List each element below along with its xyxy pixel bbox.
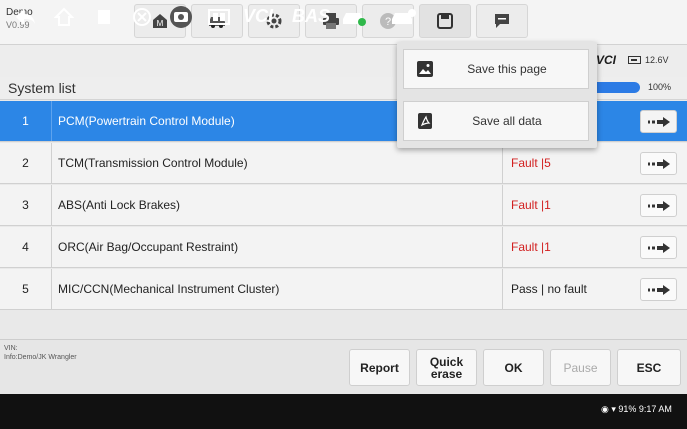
browser-icon: [133, 8, 151, 26]
battery-time: 91% 9:17 AM: [618, 404, 672, 414]
camera-icon: [170, 6, 192, 28]
mirror-icon: [208, 9, 230, 25]
enter-system-button[interactable]: [640, 194, 677, 217]
esc-button[interactable]: ESC: [617, 349, 681, 386]
table-row[interactable]: 5 MIC/CCN(Mechanical Instrument Cluster) P…: [0, 269, 687, 310]
vci-indicator: VCI: [596, 53, 617, 67]
system-status-cell: Fault |5: [502, 143, 626, 183]
pause-button[interactable]: Pause: [550, 349, 611, 386]
save-all-data-item[interactable]: Save all data: [403, 101, 589, 141]
enter-system-button[interactable]: [640, 278, 677, 301]
recents-icon: [98, 10, 110, 24]
system-name: PCM(Powertrain Control Module): [58, 114, 235, 128]
back-button[interactable]: [14, 6, 36, 28]
vin-label: VIN:: [4, 345, 18, 352]
remote-car-icon: [392, 9, 416, 24]
system-status-cell: Fault |1: [502, 185, 626, 225]
row-number: 1: [0, 101, 52, 141]
report-button[interactable]: Report: [349, 349, 410, 386]
row-number: 4: [0, 227, 52, 267]
enter-system-button[interactable]: [640, 152, 677, 175]
save-icon: [437, 13, 453, 29]
ok-button[interactable]: OK: [483, 349, 544, 386]
voltage-value: 12.6V: [645, 55, 669, 65]
page-title: System list: [8, 80, 76, 96]
save-this-page-item[interactable]: Save this page: [403, 49, 589, 89]
enter-system-button[interactable]: [640, 236, 677, 259]
progress-percent: 100%: [648, 82, 672, 92]
table-row[interactable]: 3 ABS(Anti Lock Brakes) Fault |1: [0, 185, 687, 226]
android-nav-bar: [0, 394, 687, 429]
pdf-icon: [410, 112, 440, 130]
system-name: MIC/CCN(Mechanical Instrument Cluster): [58, 282, 280, 296]
battery-icon: [628, 56, 641, 64]
battery-voltage: 12.6V: [628, 55, 669, 65]
row-number: 5: [0, 269, 52, 309]
save-this-page-label: Save this page: [467, 62, 547, 76]
car-service-button[interactable]: [340, 6, 368, 28]
arrow-right-icon: [647, 116, 670, 127]
recents-button[interactable]: [94, 6, 114, 28]
arrow-right-icon: [647, 284, 670, 295]
screen-mirror-button[interactable]: [208, 6, 230, 28]
vehicle-info: VIN: Info:Demo/JK Wrangler: [4, 344, 77, 362]
back-icon: [16, 9, 35, 25]
car-icon: [343, 13, 366, 26]
row-number: 2: [0, 143, 52, 183]
system-status: ◉ ▾ 91% 9:17 AM: [601, 404, 672, 415]
enter-system-button[interactable]: [640, 110, 677, 133]
system-name: TCM(Transmission Control Module): [58, 156, 248, 170]
browser-button[interactable]: [132, 6, 152, 28]
arrow-right-icon: [647, 158, 670, 169]
image-icon: [410, 60, 440, 78]
table-row[interactable]: 2 TCM(Transmission Control Module) Fault |…: [0, 143, 687, 184]
table-row[interactable]: 4 ORC(Air Bag/Occupant Restraint) Fault |1: [0, 227, 687, 268]
vci-nav-button[interactable]: VCI: [243, 6, 273, 27]
save-button[interactable]: [419, 4, 471, 38]
svg-text:M: M: [157, 19, 164, 28]
bas-nav-button[interactable]: BAS: [292, 6, 330, 27]
arrow-right-icon: [647, 200, 670, 211]
system-status-cell: Fault |1: [502, 227, 626, 267]
chat-button[interactable]: [476, 4, 528, 38]
row-number: 3: [0, 185, 52, 225]
system-name: ABS(Anti Lock Brakes): [58, 198, 181, 212]
progress-bar: [596, 82, 640, 93]
home-nav-button[interactable]: [54, 6, 74, 28]
system-status-cell: Pass | no fault: [502, 269, 626, 309]
save-menu: Save this page Save all data: [397, 42, 597, 148]
vehicle-info-text: Info:Demo/JK Wrangler: [4, 354, 77, 361]
system-name: ORC(Air Bag/Occupant Restraint): [58, 240, 239, 254]
screenshot-button[interactable]: [166, 6, 196, 28]
arrow-right-icon: [647, 242, 670, 253]
quick-erase-button[interactable]: Quick erase: [416, 349, 477, 386]
save-all-data-label: Save all data: [472, 114, 542, 128]
remote-support-button[interactable]: [389, 6, 419, 28]
chat-icon: [495, 14, 509, 28]
home-nav-icon: [54, 7, 74, 26]
wifi-icon: ◉ ▾: [601, 404, 619, 414]
